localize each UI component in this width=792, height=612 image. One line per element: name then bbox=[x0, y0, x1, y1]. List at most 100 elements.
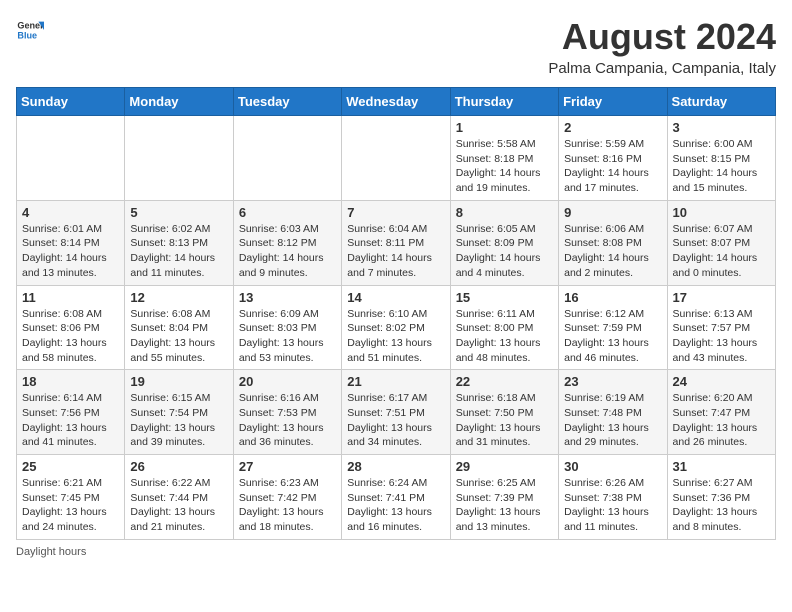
day-number: 27 bbox=[239, 459, 336, 474]
day-number: 18 bbox=[22, 374, 119, 389]
day-info: Sunrise: 6:08 AM Sunset: 8:06 PM Dayligh… bbox=[22, 307, 119, 366]
calendar-week-1: 1 Sunrise: 5:58 AM Sunset: 8:18 PM Daylig… bbox=[17, 116, 776, 201]
calendar-cell: 8 Sunrise: 6:05 AM Sunset: 8:09 PM Daylig… bbox=[450, 200, 558, 285]
calendar-cell: 31 Sunrise: 6:27 AM Sunset: 7:36 PM Dayli… bbox=[667, 455, 775, 540]
calendar-cell: 2Sunrise: 5:59 AM Sunset: 8:16 PM Daylig… bbox=[559, 116, 667, 201]
calendar-cell: 22 Sunrise: 6:18 AM Sunset: 7:50 PM Dayli… bbox=[450, 370, 558, 455]
calendar-cell: 1 Sunrise: 5:58 AM Sunset: 8:18 PM Daylig… bbox=[450, 116, 558, 201]
day-info: Sunrise: 6:19 AM Sunset: 7:48 PM Dayligh… bbox=[564, 391, 661, 450]
day-info: Sunrise: 6:18 AM Sunset: 7:50 PM Dayligh… bbox=[456, 391, 553, 450]
calendar-cell: 19 Sunrise: 6:15 AM Sunset: 7:54 PM Dayli… bbox=[125, 370, 233, 455]
calendar-cell: 23 Sunrise: 6:19 AM Sunset: 7:48 PM Dayli… bbox=[559, 370, 667, 455]
calendar-cell bbox=[17, 116, 125, 201]
day-number: 10 bbox=[673, 205, 770, 220]
calendar-cell: 28 Sunrise: 6:24 AM Sunset: 7:41 PM Dayli… bbox=[342, 455, 450, 540]
calendar-cell: 26 Sunrise: 6:22 AM Sunset: 7:44 PM Dayli… bbox=[125, 455, 233, 540]
day-info: Sunrise: 6:17 AM Sunset: 7:51 PM Dayligh… bbox=[347, 391, 444, 450]
day-number: 2 bbox=[564, 120, 661, 135]
calendar-cell: 3Sunrise: 6:00 AM Sunset: 8:15 PM Daylig… bbox=[667, 116, 775, 201]
day-number: 17 bbox=[673, 290, 770, 305]
calendar-cell bbox=[342, 116, 450, 201]
calendar-week-3: 11 Sunrise: 6:08 AM Sunset: 8:06 PM Dayli… bbox=[17, 285, 776, 370]
day-info: Sunrise: 6:23 AM Sunset: 7:42 PM Dayligh… bbox=[239, 476, 336, 535]
calendar-cell: 15 Sunrise: 6:11 AM Sunset: 8:00 PM Dayli… bbox=[450, 285, 558, 370]
day-number: 4 bbox=[22, 205, 119, 220]
calendar-cell: 4Sunrise: 6:01 AM Sunset: 8:14 PM Daylig… bbox=[17, 200, 125, 285]
day-info: Sunrise: 6:05 AM Sunset: 8:09 PM Dayligh… bbox=[456, 222, 553, 281]
day-number: 7 bbox=[347, 205, 444, 220]
day-number: 24 bbox=[673, 374, 770, 389]
calendar-cell: 27 Sunrise: 6:23 AM Sunset: 7:42 PM Dayli… bbox=[233, 455, 341, 540]
day-info: Sunrise: 6:00 AM Sunset: 8:15 PM Dayligh… bbox=[673, 137, 770, 196]
day-number: 26 bbox=[130, 459, 227, 474]
day-info: Sunrise: 6:27 AM Sunset: 7:36 PM Dayligh… bbox=[673, 476, 770, 535]
day-info: Sunrise: 6:22 AM Sunset: 7:44 PM Dayligh… bbox=[130, 476, 227, 535]
calendar-cell: 29Sunrise: 6:25 AM Sunset: 7:39 PM Dayli… bbox=[450, 455, 558, 540]
calendar-week-4: 18 Sunrise: 6:14 AM Sunset: 7:56 PM Dayli… bbox=[17, 370, 776, 455]
day-number: 15 bbox=[456, 290, 553, 305]
day-info: Sunrise: 6:11 AM Sunset: 8:00 PM Dayligh… bbox=[456, 307, 553, 366]
logo: General Blue bbox=[16, 16, 44, 44]
calendar-cell: 14 Sunrise: 6:10 AM Sunset: 8:02 PM Dayli… bbox=[342, 285, 450, 370]
day-info: Sunrise: 6:16 AM Sunset: 7:53 PM Dayligh… bbox=[239, 391, 336, 450]
day-info: Sunrise: 6:13 AM Sunset: 7:57 PM Dayligh… bbox=[673, 307, 770, 366]
day-number: 22 bbox=[456, 374, 553, 389]
day-info: Sunrise: 6:26 AM Sunset: 7:38 PM Dayligh… bbox=[564, 476, 661, 535]
day-number: 21 bbox=[347, 374, 444, 389]
calendar-header-friday: Friday bbox=[559, 88, 667, 116]
day-info: Sunrise: 6:21 AM Sunset: 7:45 PM Dayligh… bbox=[22, 476, 119, 535]
day-info: Sunrise: 6:20 AM Sunset: 7:47 PM Dayligh… bbox=[673, 391, 770, 450]
day-info: Sunrise: 6:15 AM Sunset: 7:54 PM Dayligh… bbox=[130, 391, 227, 450]
calendar-cell bbox=[125, 116, 233, 201]
calendar-cell: 17 Sunrise: 6:13 AM Sunset: 7:57 PM Dayli… bbox=[667, 285, 775, 370]
day-number: 11 bbox=[22, 290, 119, 305]
day-number: 5 bbox=[130, 205, 227, 220]
day-number: 1 bbox=[456, 120, 553, 135]
day-info: Sunrise: 6:03 AM Sunset: 8:12 PM Dayligh… bbox=[239, 222, 336, 281]
calendar-table: SundayMondayTuesdayWednesdayThursdayFrid… bbox=[16, 87, 776, 540]
day-info: Sunrise: 6:04 AM Sunset: 8:11 PM Dayligh… bbox=[347, 222, 444, 281]
footer-note: Daylight hours bbox=[16, 546, 776, 558]
title-area: August 2024 Palma Campania, Campania, It… bbox=[548, 16, 776, 77]
calendar-cell: 7 Sunrise: 6:04 AM Sunset: 8:11 PM Daylig… bbox=[342, 200, 450, 285]
day-number: 20 bbox=[239, 374, 336, 389]
calendar-cell: 13Sunrise: 6:09 AM Sunset: 8:03 PM Dayli… bbox=[233, 285, 341, 370]
day-info: Sunrise: 6:14 AM Sunset: 7:56 PM Dayligh… bbox=[22, 391, 119, 450]
day-info: Sunrise: 6:07 AM Sunset: 8:07 PM Dayligh… bbox=[673, 222, 770, 281]
day-info: Sunrise: 6:24 AM Sunset: 7:41 PM Dayligh… bbox=[347, 476, 444, 535]
calendar-cell: 16 Sunrise: 6:12 AM Sunset: 7:59 PM Dayli… bbox=[559, 285, 667, 370]
day-number: 9 bbox=[564, 205, 661, 220]
calendar-cell: 18 Sunrise: 6:14 AM Sunset: 7:56 PM Dayli… bbox=[17, 370, 125, 455]
day-number: 16 bbox=[564, 290, 661, 305]
day-number: 8 bbox=[456, 205, 553, 220]
day-number: 19 bbox=[130, 374, 227, 389]
svg-text:Blue: Blue bbox=[17, 30, 37, 40]
day-number: 30 bbox=[564, 459, 661, 474]
day-number: 28 bbox=[347, 459, 444, 474]
day-info: Sunrise: 5:58 AM Sunset: 8:18 PM Dayligh… bbox=[456, 137, 553, 196]
calendar-header-sunday: Sunday bbox=[17, 88, 125, 116]
calendar-cell: 20 Sunrise: 6:16 AM Sunset: 7:53 PM Dayli… bbox=[233, 370, 341, 455]
calendar-cell: 21 Sunrise: 6:17 AM Sunset: 7:51 PM Dayli… bbox=[342, 370, 450, 455]
calendar-week-5: 25Sunrise: 6:21 AM Sunset: 7:45 PM Dayli… bbox=[17, 455, 776, 540]
logo-icon: General Blue bbox=[16, 16, 44, 44]
day-number: 31 bbox=[673, 459, 770, 474]
calendar-cell: 9Sunrise: 6:06 AM Sunset: 8:08 PM Daylig… bbox=[559, 200, 667, 285]
day-info: Sunrise: 6:12 AM Sunset: 7:59 PM Dayligh… bbox=[564, 307, 661, 366]
day-info: Sunrise: 6:10 AM Sunset: 8:02 PM Dayligh… bbox=[347, 307, 444, 366]
calendar-week-2: 4Sunrise: 6:01 AM Sunset: 8:14 PM Daylig… bbox=[17, 200, 776, 285]
day-number: 23 bbox=[564, 374, 661, 389]
calendar-cell: 10 Sunrise: 6:07 AM Sunset: 8:07 PM Dayli… bbox=[667, 200, 775, 285]
calendar-cell: 30 Sunrise: 6:26 AM Sunset: 7:38 PM Dayli… bbox=[559, 455, 667, 540]
calendar-cell: 12Sunrise: 6:08 AM Sunset: 8:04 PM Dayli… bbox=[125, 285, 233, 370]
day-number: 6 bbox=[239, 205, 336, 220]
day-info: Sunrise: 6:25 AM Sunset: 7:39 PM Dayligh… bbox=[456, 476, 553, 535]
calendar-header-tuesday: Tuesday bbox=[233, 88, 341, 116]
day-info: Sunrise: 6:08 AM Sunset: 8:04 PM Dayligh… bbox=[130, 307, 227, 366]
header: General Blue August 2024 Palma Campania,… bbox=[16, 16, 776, 77]
page-title: August 2024 bbox=[548, 16, 776, 58]
day-number: 14 bbox=[347, 290, 444, 305]
day-number: 13 bbox=[239, 290, 336, 305]
calendar-cell: 5Sunrise: 6:02 AM Sunset: 8:13 PM Daylig… bbox=[125, 200, 233, 285]
page-subtitle: Palma Campania, Campania, Italy bbox=[548, 60, 776, 77]
